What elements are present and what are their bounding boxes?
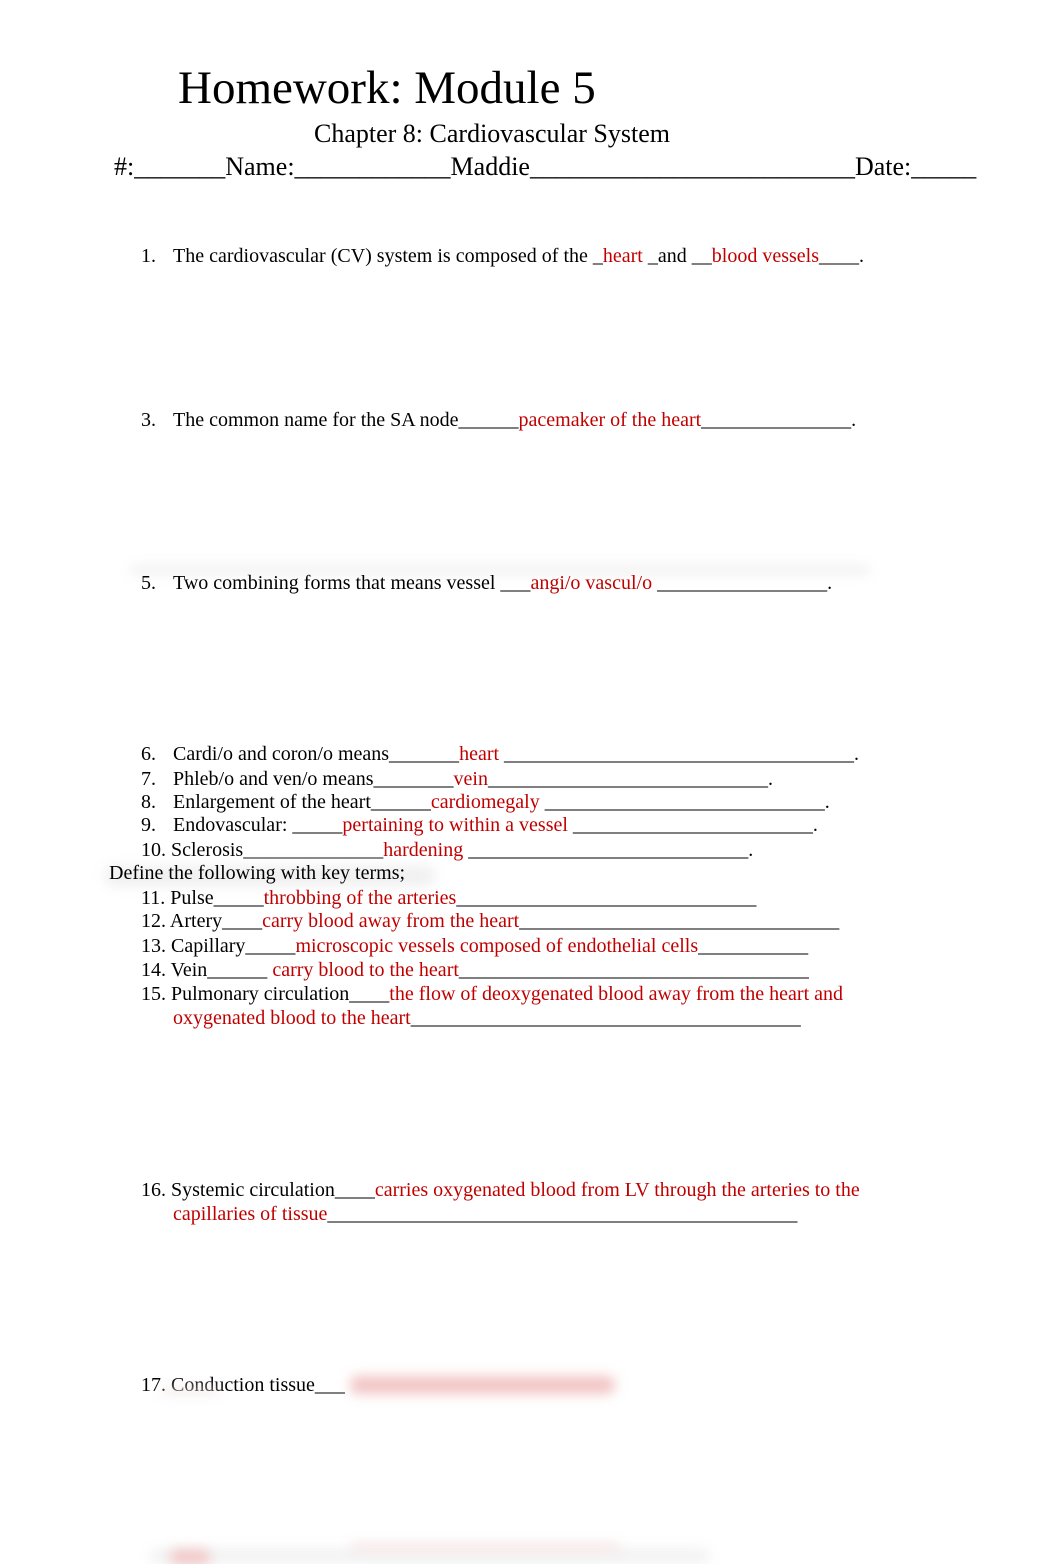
question-6: 6. Cardi/o and coron/o means_______heart … xyxy=(141,743,860,765)
answer: vein xyxy=(453,768,488,790)
question-9: 9. Endovascular: _____pertaining to withi… xyxy=(141,814,818,836)
answer: pertaining to within a vessel xyxy=(342,814,568,836)
date-blank: _____ xyxy=(911,152,977,181)
document-subtitle: Chapter 8: Cardiovascular System xyxy=(314,119,670,148)
question-1: 1. The cardiovascular (CV) system is comp… xyxy=(141,245,864,267)
question-8: 8. Enlargement of the heart______cardiome… xyxy=(141,791,830,813)
question-16-continued: capillaries of tissue___________________… xyxy=(173,1203,798,1225)
number-label: #: xyxy=(114,152,135,181)
answer: cardiomegaly xyxy=(430,791,540,813)
document-title: Homework: Module 5 xyxy=(178,62,596,114)
answer: throbbing of the arteries xyxy=(263,887,457,909)
question-13: 13. Capillary_____microscopic vessels co… xyxy=(141,935,809,957)
answer: pacemaker of the heart xyxy=(518,409,702,431)
student-header-line: #:_______Name:____________Maddie________… xyxy=(114,151,976,183)
answer: hardening xyxy=(383,839,464,861)
question-11: 11. Pulse_____throbbing of the arteries_… xyxy=(141,887,757,909)
redacted-region xyxy=(170,1550,210,1564)
redacted-answer xyxy=(350,1376,615,1394)
answer: blood vessels xyxy=(711,245,819,267)
question-15-continued: oxygenated blood to the heart___________… xyxy=(173,1007,801,1029)
name-blank-trailing: _________________________ xyxy=(529,152,855,181)
answer: microscopic vessels composed of endothel… xyxy=(295,935,699,957)
name-label: Name: xyxy=(225,152,295,181)
answer: capillaries of tissue xyxy=(173,1203,328,1225)
question-5: 5. Two combining forms that means vessel … xyxy=(141,572,833,594)
date-label: Date: xyxy=(854,152,912,181)
redacted-region xyxy=(150,1548,710,1564)
question-14: 14. Vein______ carry blood to the heart_… xyxy=(141,959,809,981)
section-label: Define the following with key terms; xyxy=(109,862,406,884)
answer: carries oxygenated blood from LV through… xyxy=(374,1179,860,1201)
answer: the flow of deoxygenated blood away from… xyxy=(389,983,844,1005)
question-16: 16. Systemic circulation____carries oxyg… xyxy=(141,1179,860,1201)
answer: angi/o vascul/o xyxy=(530,572,653,594)
student-name: Maddie xyxy=(450,152,530,181)
redacted-region xyxy=(350,1544,620,1550)
answer: heart xyxy=(602,245,643,267)
question-10: 10. Sclerosis______________hardening ___… xyxy=(141,839,754,861)
answer: carry blood away from the heart xyxy=(262,910,520,932)
question-12: 12. Artery____carry blood away from the … xyxy=(141,910,840,932)
redaction-shadow xyxy=(160,1388,220,1394)
question-15: 15. Pulmonary circulation____the flow of… xyxy=(141,983,844,1005)
name-blank: ____________ xyxy=(294,152,451,181)
number-blank: _______ xyxy=(134,152,226,181)
answer: carry blood to the heart xyxy=(272,959,459,981)
answer: heart xyxy=(459,743,500,765)
question-3: 3. The common name for the SA node______p… xyxy=(141,409,857,431)
answer: oxygenated blood to the heart xyxy=(173,1007,411,1029)
question-7: 7. Phleb/o and ven/o means________vein___… xyxy=(141,768,773,790)
